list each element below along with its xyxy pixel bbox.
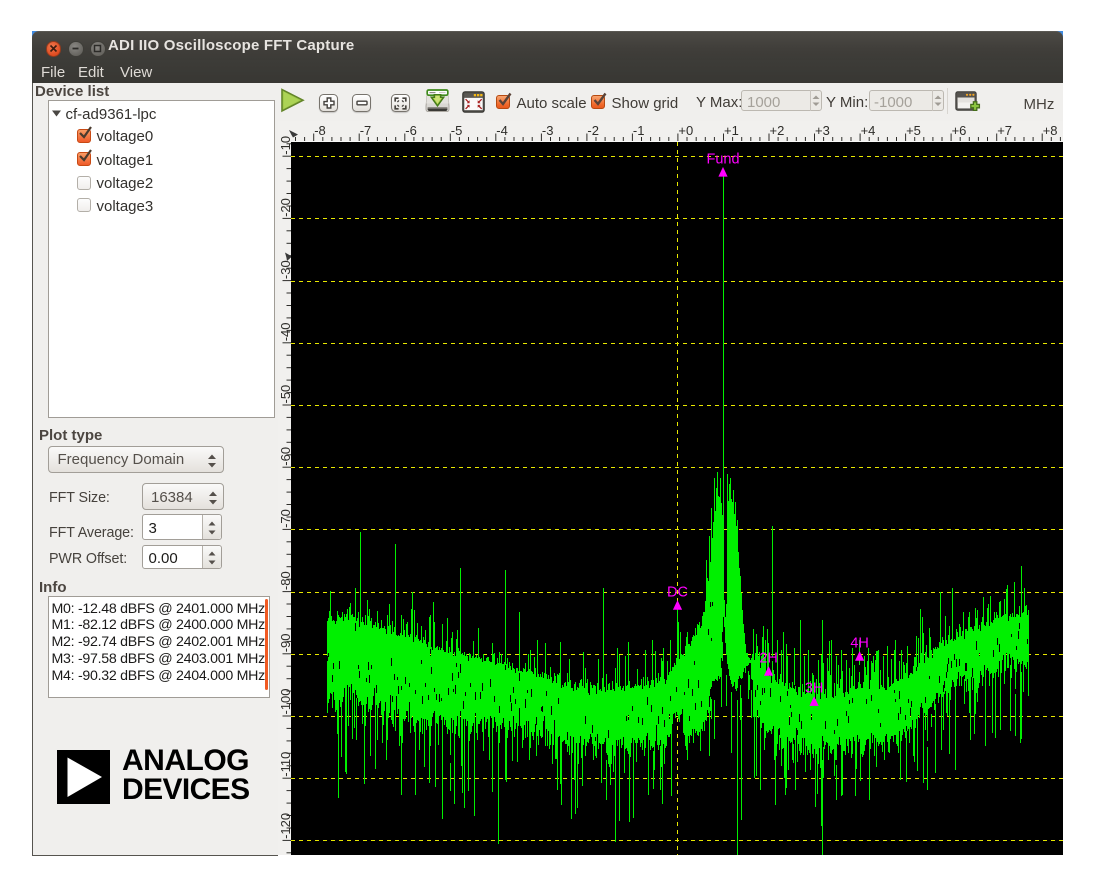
- svg-text:+3: +3: [815, 123, 830, 138]
- svg-text:-4: -4: [496, 123, 508, 138]
- svg-text:+0: +0: [678, 123, 693, 138]
- svg-text:Fund: Fund: [706, 151, 739, 167]
- svg-text:+2: +2: [769, 123, 784, 138]
- svg-text:-5: -5: [450, 123, 462, 138]
- svg-text:4H: 4H: [850, 635, 869, 651]
- svg-text:3H: 3H: [805, 680, 824, 696]
- svg-text:2H: 2H: [759, 650, 778, 666]
- svg-text:+6: +6: [951, 123, 966, 138]
- svg-text:+7: +7: [997, 123, 1012, 138]
- svg-text:+5: +5: [906, 123, 921, 138]
- svg-text:+1: +1: [724, 123, 739, 138]
- svg-text:-2: -2: [587, 123, 599, 138]
- svg-text:+8: +8: [1042, 123, 1057, 138]
- svg-text:-7: -7: [359, 123, 371, 138]
- svg-text:-3: -3: [541, 123, 553, 138]
- svg-text:-6: -6: [405, 123, 417, 138]
- svg-text:+4: +4: [860, 123, 875, 138]
- svg-text:DC: DC: [667, 584, 688, 600]
- svg-text:-8: -8: [314, 123, 326, 138]
- svg-text:-1: -1: [632, 123, 644, 138]
